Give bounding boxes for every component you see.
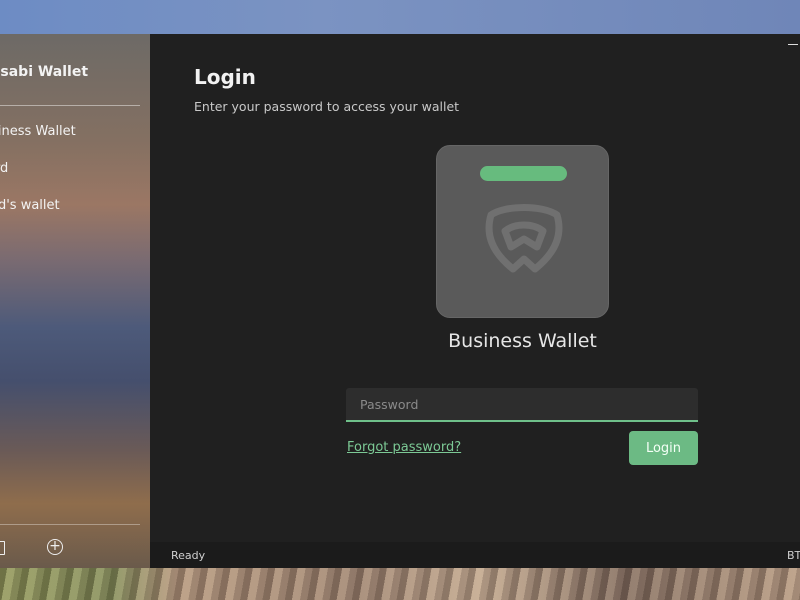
desktop-wallpaper-top [0,0,800,34]
minimize-icon[interactable] [788,38,798,48]
sidebar: Wasabi Wallet Business Wallet Board Dad'… [0,34,150,568]
app-window: Wasabi Wallet Business Wallet Board Dad'… [0,34,800,568]
status-text: Ready [171,549,206,562]
wallet-card [436,145,609,318]
forgot-password-link[interactable]: Forgot password? [347,440,461,455]
sidebar-item-business-wallet[interactable]: Business Wallet [0,119,150,145]
login-button[interactable]: Login [629,431,698,465]
login-page: Login Enter your password to access your… [150,34,800,568]
wallet-name: Business Wallet [448,330,597,352]
status-right-text: BTC [787,549,800,562]
wallet-icon[interactable] [0,541,5,555]
page-subtitle: Enter your password to access your walle… [194,99,460,114]
desktop-wallpaper-bottom [0,568,800,600]
sidebar-bottom-divider [0,524,140,525]
status-bar: Ready BTC [150,542,800,568]
sidebar-item-board[interactable]: Board [0,156,150,182]
wasabi-logo-icon [485,204,563,273]
sidebar-divider [0,105,140,106]
add-circle-icon[interactable]: + [47,539,63,555]
password-input[interactable] [346,388,698,422]
sidebar-item-dads-wallet[interactable]: Dad's wallet [0,193,150,219]
page-title: Login [194,65,256,89]
app-title: Wasabi Wallet [0,64,89,80]
wallet-card-bar [480,166,567,181]
